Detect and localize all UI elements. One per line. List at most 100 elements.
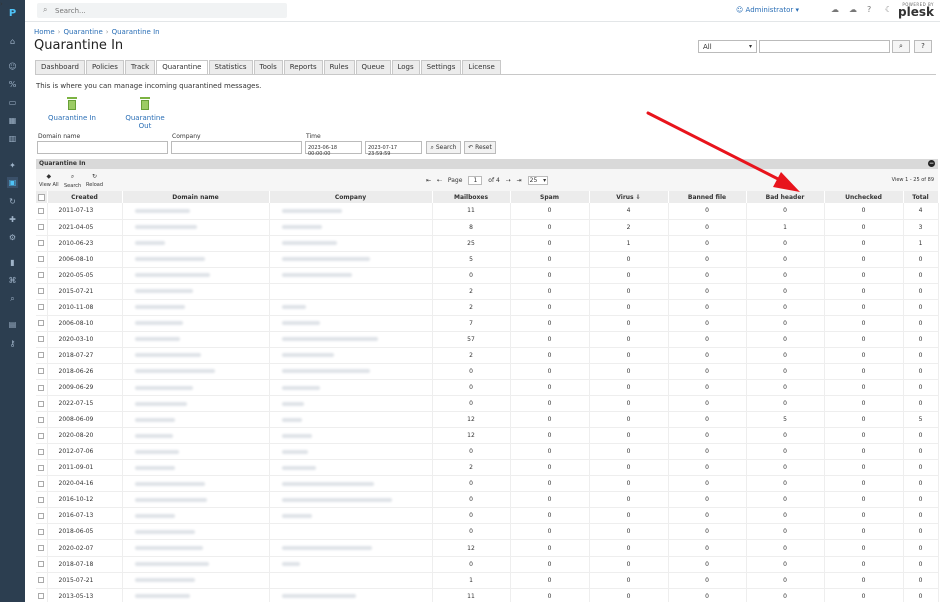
row-checkbox[interactable] [36,219,48,236]
help-icon[interactable]: ? [867,5,871,14]
cell-domain-name[interactable] [122,427,270,445]
table-row[interactable]: 2018-06-05 0 0 0 0 0 0 0 [36,523,939,541]
home-icon[interactable]: ⌂ [7,36,18,47]
network-icon[interactable]: ⌘ [7,275,18,286]
view-all-button[interactable]: ◆ View All [39,173,59,188]
row-checkbox[interactable] [36,572,48,589]
tab-reports[interactable]: Reports [283,60,323,74]
row-checkbox[interactable] [36,315,48,332]
cell-domain-name[interactable] [122,331,270,348]
reset-button[interactable]: ↶ Reset [464,141,496,154]
cell-domain-name[interactable] [122,299,270,316]
book-icon[interactable]: ▥ [7,133,18,144]
col-created[interactable]: Created [47,191,123,203]
time-to-input[interactable]: 2023-07-17 23:59:59 [365,141,422,157]
tab-queue[interactable]: Queue [355,60,391,74]
cell-domain-name[interactable] [122,347,270,364]
tab-policies[interactable]: Policies [85,60,124,74]
row-checkbox[interactable] [36,411,48,429]
cell-domain-name[interactable] [122,539,270,557]
table-row[interactable]: 2011-07-13 11 0 4 0 0 0 4 [36,203,939,220]
table-row[interactable]: 2012-07-06 0 0 0 0 0 0 0 [36,443,939,461]
col-banned-file[interactable]: Banned file [668,191,747,203]
breadcrumb-quarantine-in[interactable]: Quarantine In [112,28,160,36]
cell-domain-name[interactable] [122,556,270,573]
row-checkbox[interactable] [36,267,48,284]
extension-icon[interactable]: ✦ [7,160,18,171]
row-checkbox[interactable] [36,331,48,348]
table-row[interactable]: 2009-06-29 0 0 0 0 0 0 0 [36,379,939,397]
tab-license[interactable]: License [462,60,501,74]
quick-search-input[interactable] [759,40,890,53]
cell-domain-name[interactable] [122,523,270,541]
row-checkbox[interactable] [36,235,48,252]
table-row[interactable]: 2011-09-01 2 0 0 0 0 0 0 [36,459,939,477]
user-icon[interactable]: ☺ [7,61,18,72]
row-checkbox[interactable] [36,203,48,220]
company-input[interactable] [171,141,302,154]
cloud-settings-icon[interactable]: ☁ [849,5,857,14]
cell-domain-name[interactable] [122,379,270,397]
table-row[interactable]: 2013-05-13 11 0 0 0 0 0 0 [36,588,939,602]
row-checkbox[interactable] [36,395,48,413]
col-virus[interactable]: Virus ⇩ [589,191,669,203]
tab-dashboard[interactable]: Dashboard [35,60,85,74]
percent-icon[interactable]: % [7,79,18,90]
cell-domain-name[interactable] [122,267,270,284]
chart-icon[interactable]: ▮ [7,257,18,268]
table-row[interactable]: 2020-02-07 12 0 0 0 0 0 0 [36,539,939,557]
first-page-icon[interactable]: ⇤ [426,177,431,184]
next-page-icon[interactable]: ⇢ [506,177,511,184]
table-row[interactable]: 2010-06-23 25 0 1 0 0 0 1 [36,235,939,252]
filter-select[interactable]: All ▾ [698,40,757,53]
row-checkbox[interactable] [36,507,48,525]
row-checkbox[interactable] [36,491,48,509]
row-checkbox[interactable] [36,347,48,364]
magnifier-icon[interactable]: ⌕ [7,293,18,304]
plesk-logo-icon[interactable]: P [7,8,18,19]
table-row[interactable]: 2020-04-16 0 0 0 0 0 0 0 [36,475,939,493]
breadcrumb-quarantine[interactable]: Quarantine [63,28,102,36]
cell-domain-name[interactable] [122,507,270,525]
table-row[interactable]: 2018-06-26 0 0 0 0 0 0 0 [36,363,939,381]
time-from-input[interactable]: 2023-06-18 00:00:00 [305,141,362,157]
per-page-select[interactable]: 25 ▾ [527,176,548,185]
breadcrumb-home[interactable]: Home [34,28,55,36]
prev-page-icon[interactable]: ⇠ [437,177,442,184]
row-checkbox[interactable] [36,539,48,557]
gear-icon[interactable]: ⚙ [7,232,18,243]
global-search-input[interactable] [55,5,275,16]
col-mailboxes[interactable]: Mailboxes [432,191,511,203]
col-domain-name[interactable]: Domain name [122,191,270,203]
table-row[interactable]: 2018-07-27 2 0 0 0 0 0 0 [36,347,939,364]
table-row[interactable]: 2006-08-10 5 0 0 0 0 0 0 [36,251,939,268]
reload-button[interactable]: ↻ Reload [86,173,103,188]
table-row[interactable]: 2008-06-09 12 0 0 0 5 0 5 [36,411,939,429]
box-icon[interactable]: ▤ [7,319,18,330]
cell-domain-name[interactable] [122,395,270,413]
cell-domain-name[interactable] [122,219,270,236]
table-row[interactable]: 2021-04-05 8 0 2 0 1 0 3 [36,219,939,236]
table-row[interactable]: 2020-03-10 57 0 0 0 0 0 0 [36,331,939,348]
tab-statistics[interactable]: Statistics [208,60,253,74]
quick-search-button[interactable]: ⌕ [892,40,910,53]
grid-search-button[interactable]: ⌕ Search [64,173,81,189]
row-checkbox[interactable] [36,523,48,541]
tab-logs[interactable]: Logs [391,60,420,74]
table-row[interactable]: 2018-07-18 0 0 0 0 0 0 0 [36,556,939,573]
cell-domain-name[interactable] [122,459,270,477]
col-unchecked[interactable]: Unchecked [824,191,904,203]
row-checkbox[interactable] [36,283,48,300]
cloud-upload-icon[interactable]: ☁ [831,5,839,14]
tab-track[interactable]: Track [124,60,156,74]
row-checkbox[interactable] [36,379,48,397]
table-row[interactable]: 2022-07-15 0 0 0 0 0 0 0 [36,395,939,413]
cell-domain-name[interactable] [122,235,270,252]
cell-domain-name[interactable] [122,203,270,220]
table-row[interactable]: 2015-07-21 2 0 0 0 0 0 0 [36,283,939,300]
row-checkbox[interactable] [36,475,48,493]
cell-domain-name[interactable] [122,443,270,461]
apps-icon[interactable]: ▦ [7,115,18,126]
tab-rules[interactable]: Rules [323,60,355,74]
cell-domain-name[interactable] [122,491,270,509]
